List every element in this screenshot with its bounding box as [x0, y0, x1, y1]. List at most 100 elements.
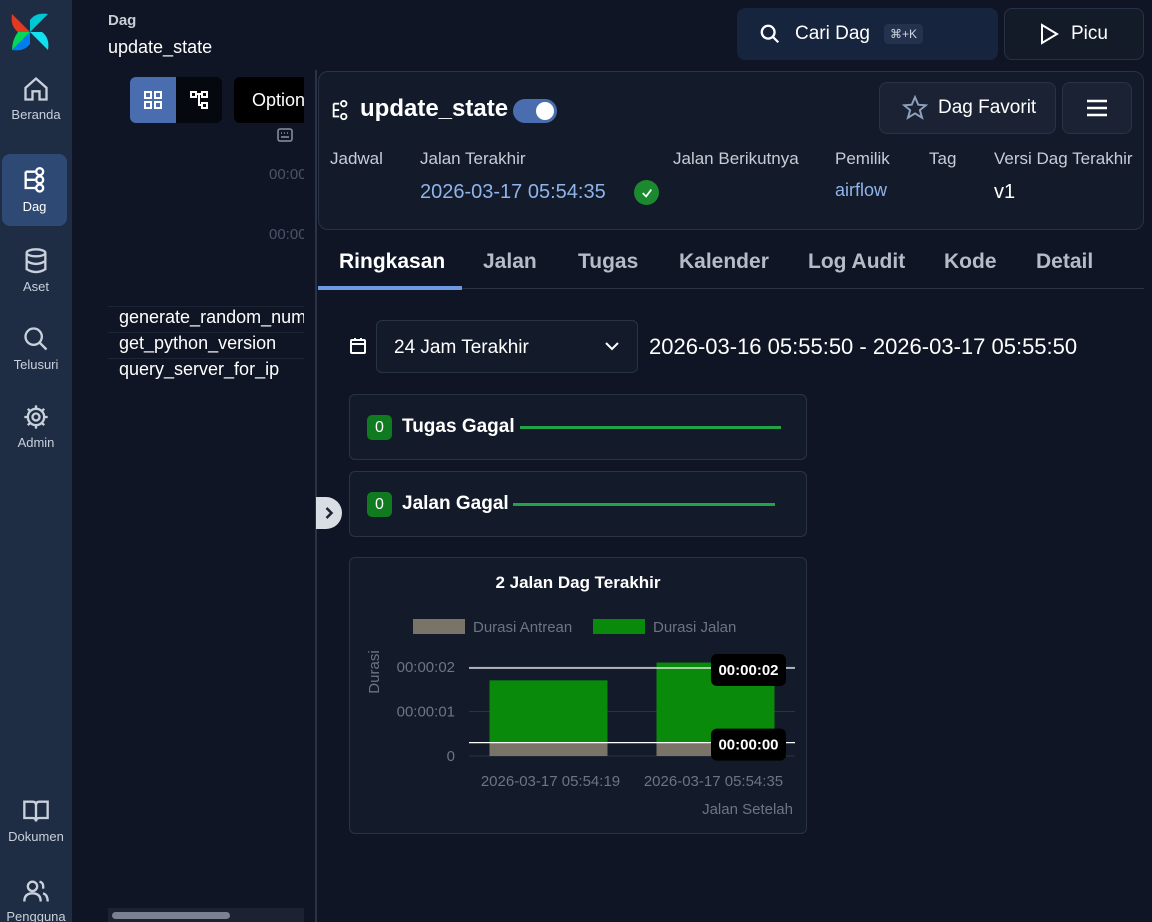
dag-title: update_state — [360, 95, 509, 122]
trigger-label: Picu — [1071, 23, 1108, 44]
legend-label: Durasi Antrean — [473, 619, 572, 636]
chevron-right-icon — [325, 507, 334, 519]
task-list-item[interactable]: get_python_version — [108, 332, 304, 358]
task-list-item[interactable]: generate_random_number — [108, 306, 304, 332]
breadcrumb-section[interactable]: Dag — [108, 12, 136, 29]
nav-label: Beranda — [11, 106, 61, 122]
bar — [489, 680, 608, 743]
time-label: 00:00 — [269, 166, 304, 183]
home-icon — [24, 76, 48, 101]
latest-version-label: Versi Dag Terakhir — [994, 149, 1133, 168]
sparkline — [520, 426, 781, 429]
sparkline — [513, 503, 775, 506]
hamburger-icon — [1087, 99, 1107, 117]
tab-overview[interactable]: Ringkasan — [339, 250, 445, 274]
tab-details[interactable]: Detail — [1036, 250, 1093, 274]
tab-calendar[interactable]: Kalender — [679, 250, 769, 274]
graph-icon — [190, 91, 208, 109]
schedule-label: Jadwal — [330, 149, 383, 168]
tab-runs[interactable]: Jalan — [483, 250, 537, 274]
nav-item-home[interactable]: Beranda — [0, 62, 72, 134]
task-list: generate_random_number get_python_versio… — [108, 306, 304, 384]
legend-label: Durasi Jalan — [653, 619, 736, 636]
check-icon — [641, 188, 652, 198]
y-axis-label: Durasi — [366, 650, 383, 693]
grid-view-button[interactable] — [130, 77, 176, 123]
owner-label: Pemilik — [835, 149, 890, 168]
nav-label: Aset — [22, 278, 49, 294]
chart-title: 2 Jalan Dag Terakhir — [495, 573, 660, 592]
search-icon — [24, 326, 48, 350]
failed-tasks-card[interactable]: 0 Tugas Gagal — [349, 394, 807, 460]
users-icon — [23, 880, 49, 902]
trigger-button[interactable]: Picu — [1004, 8, 1144, 60]
x-tick-label: 2026-03-17 05:54:19 — [481, 773, 620, 790]
bar — [489, 742, 608, 756]
tags-label: Tag — [929, 149, 957, 168]
gear-icon — [24, 404, 48, 429]
chevron-down-icon — [605, 342, 619, 351]
time-label: 00:00 — [269, 226, 304, 243]
y-tick-label: 00:00:01 — [397, 704, 455, 721]
count-badge: 0 — [367, 415, 392, 440]
nav-item-admin[interactable]: Admin — [0, 390, 72, 462]
nav-label: Pengguna — [6, 908, 66, 922]
graph-view-button[interactable] — [176, 77, 222, 123]
nav-label: Admin — [17, 434, 55, 450]
calendar-icon — [350, 338, 366, 354]
nav-item-docs[interactable]: Dokumen — [0, 784, 72, 856]
x-axis-label: Jalan Setelah — [702, 801, 793, 818]
stat-label: Tugas Gagal — [402, 416, 515, 437]
nav-item-dag[interactable]: Dag — [2, 154, 67, 226]
y-tick-label: 0 — [447, 748, 455, 765]
x-tick-label: 2026-03-17 05:54:35 — [644, 773, 783, 790]
favorite-label: Dag Favorit — [938, 97, 1037, 118]
grid-icon — [144, 91, 162, 109]
tab-code[interactable]: Kode — [944, 250, 997, 274]
menu-button[interactable] — [1062, 82, 1132, 134]
success-badge — [634, 180, 659, 205]
nav-label: Telusuri — [13, 356, 59, 372]
breadcrumb-current: update_state — [108, 37, 213, 57]
reference-label: 00:00:00 — [718, 737, 778, 754]
y-tick-label: 00:00:02 — [397, 659, 455, 676]
next-run-label: Jalan Berikutnya — [673, 149, 799, 168]
task-list-item[interactable]: query_server_for_ip — [108, 358, 304, 384]
latest-version-value: v1 — [994, 181, 1016, 203]
stat-label: Jalan Gagal — [402, 493, 509, 514]
keyboard-icon[interactable] — [277, 128, 293, 142]
nav-item-browse[interactable]: Telusuri — [0, 312, 72, 384]
expand-panel-button[interactable] — [316, 497, 342, 529]
active-tab-indicator — [318, 286, 462, 290]
owner-link[interactable]: airflow — [835, 180, 887, 201]
panel-divider[interactable] — [315, 70, 317, 922]
play-icon — [1041, 23, 1059, 45]
recent-runs-chart: 2 Jalan Dag Terakhir Durasi Antrean Durasi… — [366, 573, 795, 818]
date-range-text: 2026-03-16 05:55:50 - 2026-03-17 05:55:5… — [649, 334, 1078, 359]
tab-audit-log[interactable]: Log Audit — [808, 250, 905, 274]
nav-item-assets[interactable]: Aset — [0, 234, 72, 306]
nav-label: Dag — [22, 198, 47, 214]
search-icon — [760, 24, 780, 44]
count-badge: 0 — [367, 492, 392, 517]
reference-label: 00:00:02 — [718, 662, 778, 679]
failed-runs-card[interactable]: 0 Jalan Gagal — [349, 471, 807, 537]
dag-pause-toggle[interactable] — [513, 99, 557, 123]
airflow-logo[interactable] — [8, 10, 52, 54]
scrollbar-thumb[interactable] — [112, 912, 230, 919]
options-button[interactable]: Options — [234, 77, 304, 123]
last-run-link[interactable]: 2026-03-17 05:54:35 — [420, 181, 606, 204]
legend-swatch — [593, 619, 645, 634]
database-icon — [25, 247, 47, 273]
dag-icon — [332, 100, 348, 121]
search-dags-button[interactable]: Cari Dag ⌘+K — [737, 8, 998, 60]
time-range-select[interactable]: 24 Jam Terakhir — [376, 320, 638, 373]
last-run-label: Jalan Terakhir — [420, 149, 526, 168]
tab-tasks[interactable]: Tugas — [578, 250, 638, 274]
nav-item-users[interactable]: Pengguna — [0, 864, 72, 922]
star-icon — [902, 95, 928, 120]
favorite-button[interactable]: Dag Favorit — [879, 82, 1056, 134]
view-toggle — [130, 77, 222, 123]
nav-label: Dokumen — [8, 828, 64, 844]
legend-swatch — [413, 619, 465, 634]
